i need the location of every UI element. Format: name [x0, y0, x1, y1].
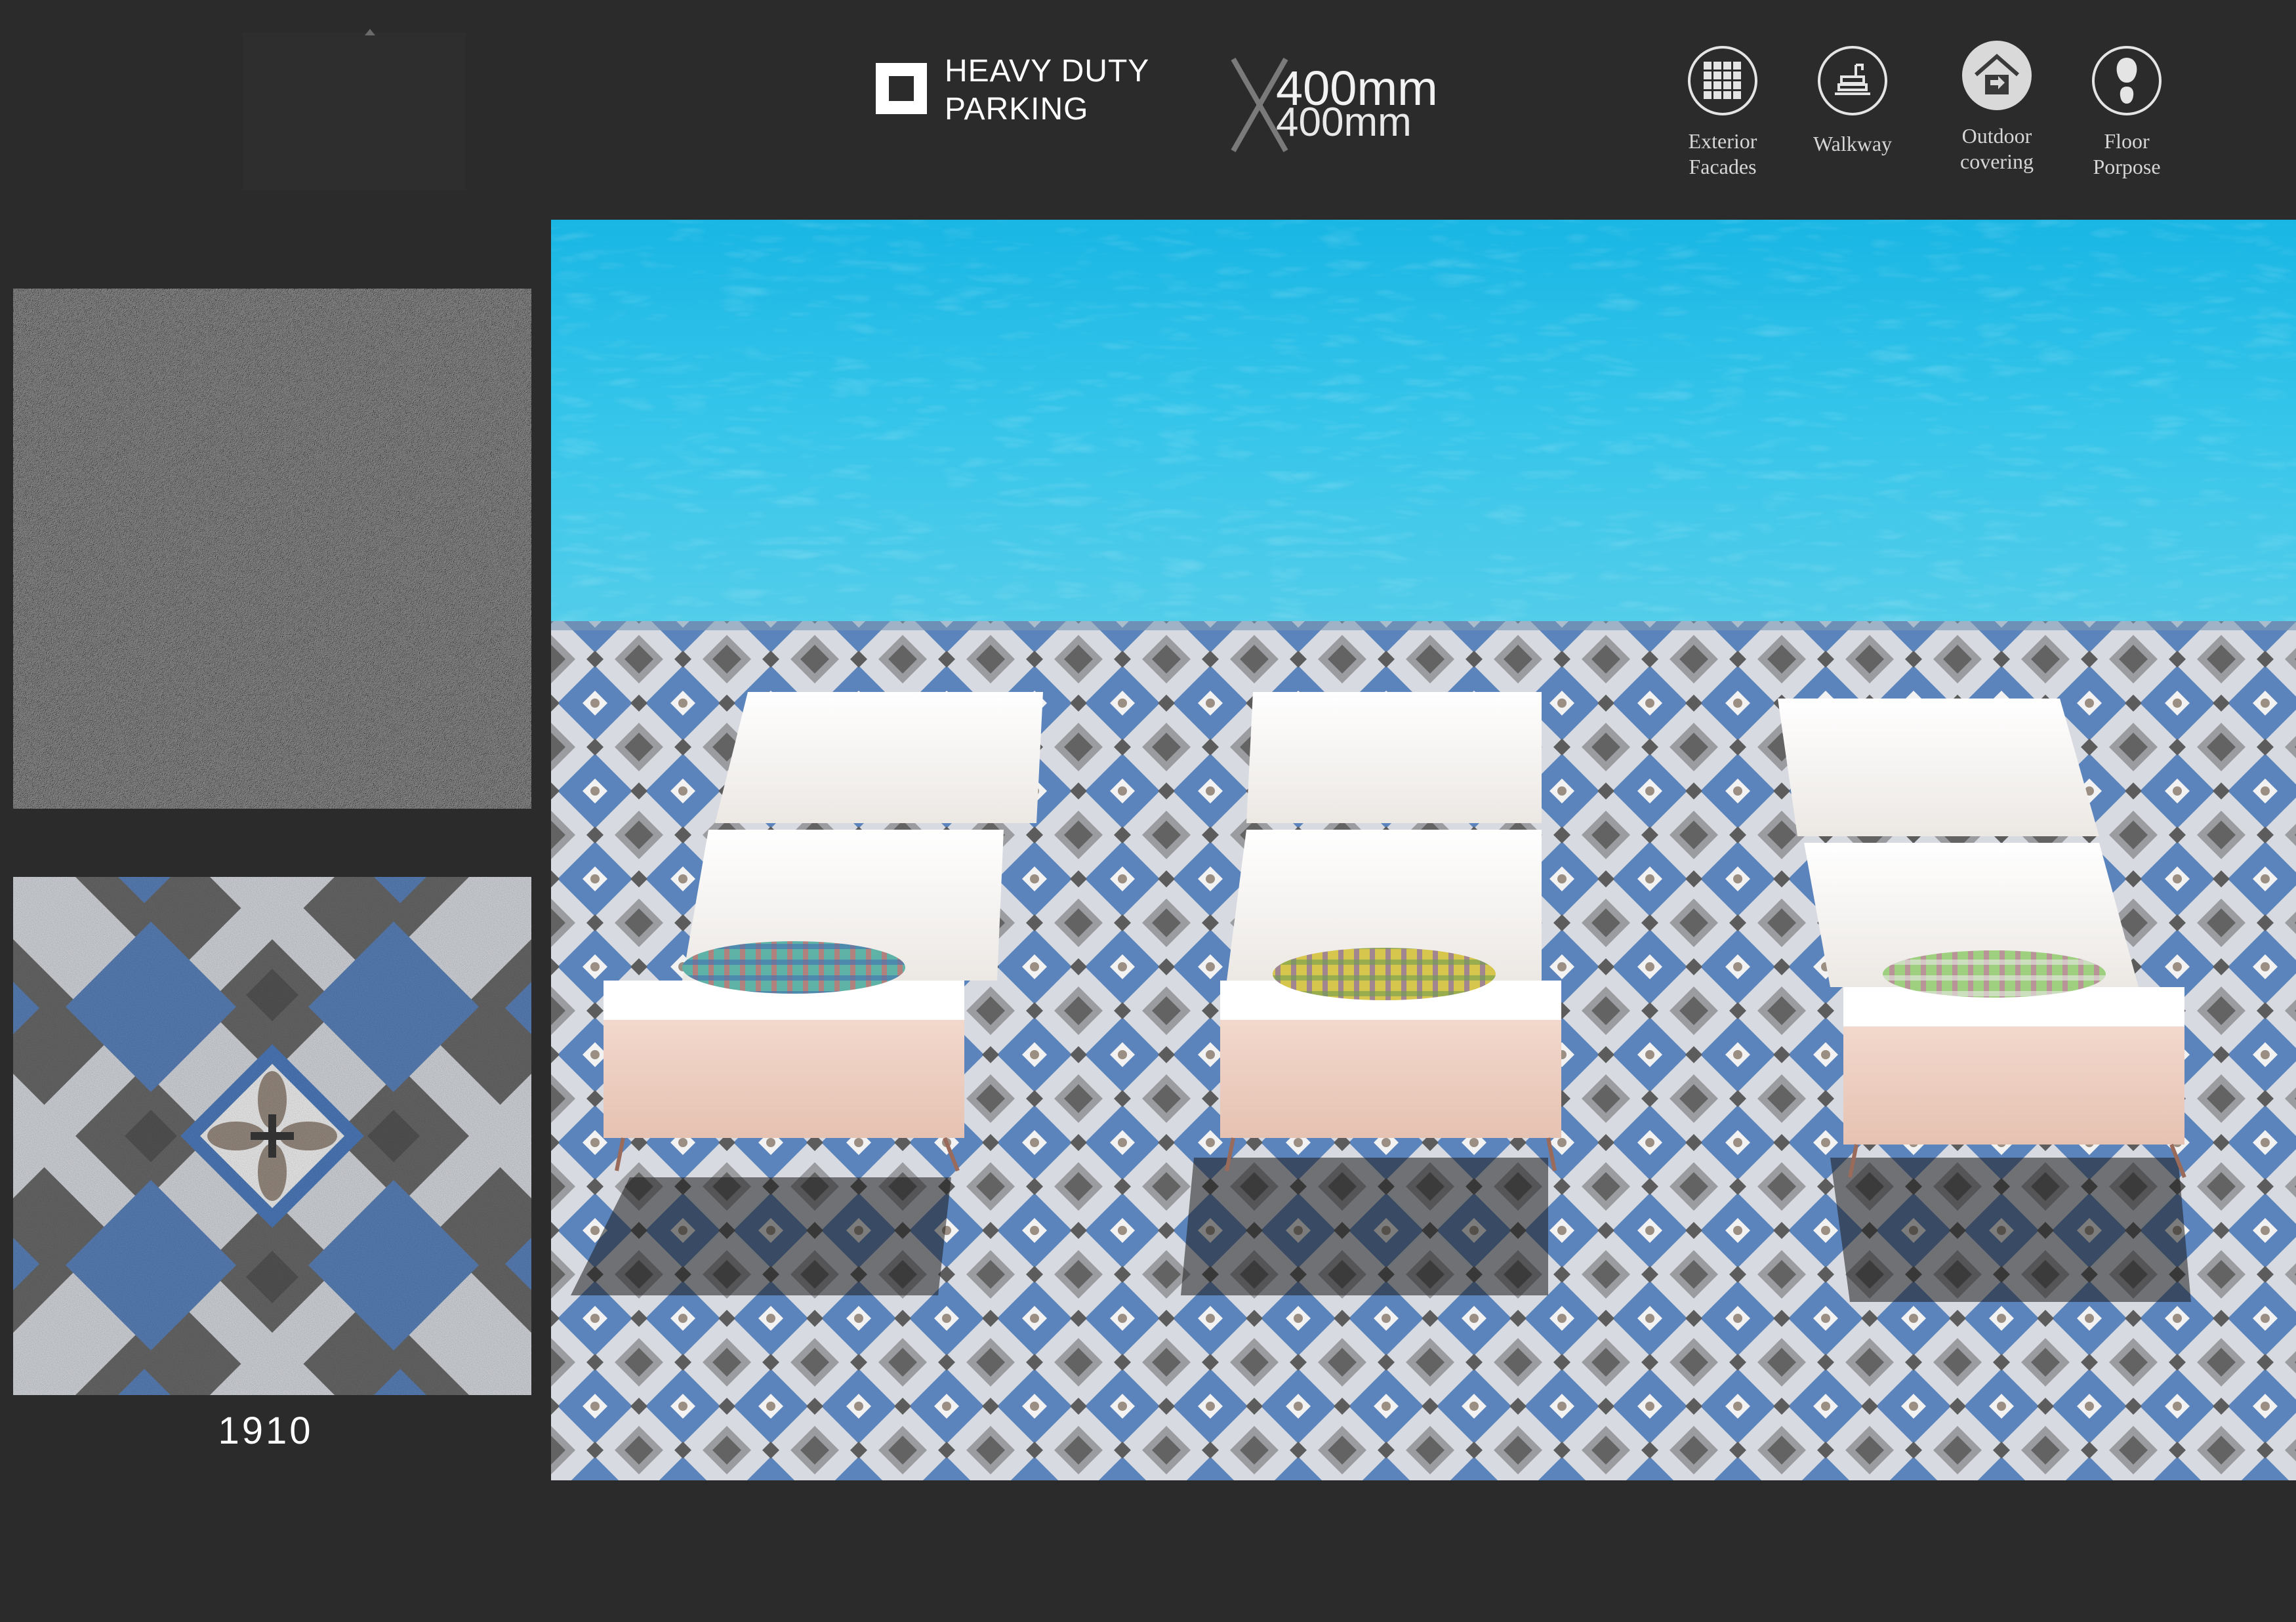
tile-swatch-pattern: [13, 877, 531, 1395]
tile-swatch-plain: [13, 289, 531, 809]
logo-placeholder: [243, 33, 466, 190]
heavy-duty-square-icon: [876, 63, 927, 114]
walkway-icon: [1818, 46, 1887, 115]
footprint-icon: [2092, 46, 2162, 115]
hero-pool-scene: [551, 220, 2296, 1480]
grid-facade-icon: [1688, 46, 1757, 115]
application-label: Floor Porpose: [2093, 129, 2161, 178]
house-icon: [1962, 41, 2032, 110]
application-exterior-facades: Exterior Facades: [1657, 46, 1788, 180]
application-floor-purpose: Floor Porpose: [2061, 46, 2192, 180]
logo-mark-icon: [365, 29, 375, 35]
product-code: 1910: [218, 1409, 314, 1452]
application-label: Outdoor covering: [1960, 124, 2034, 173]
heavy-duty-line2: PARKING: [945, 92, 1089, 127]
heavy-duty-label: HEAVY DUTY PARKING: [945, 52, 1220, 129]
application-label: Exterior Facades: [1688, 129, 1757, 178]
size-height: 400mm: [1276, 100, 1412, 145]
application-label: Walkway: [1813, 132, 1893, 155]
application-walkway: Walkway: [1787, 46, 1918, 157]
lounger-2: [1220, 692, 1561, 1171]
application-outdoor-covering: Outdoor covering: [1931, 41, 2062, 174]
heavy-duty-line1: HEAVY DUTY: [945, 54, 1150, 89]
